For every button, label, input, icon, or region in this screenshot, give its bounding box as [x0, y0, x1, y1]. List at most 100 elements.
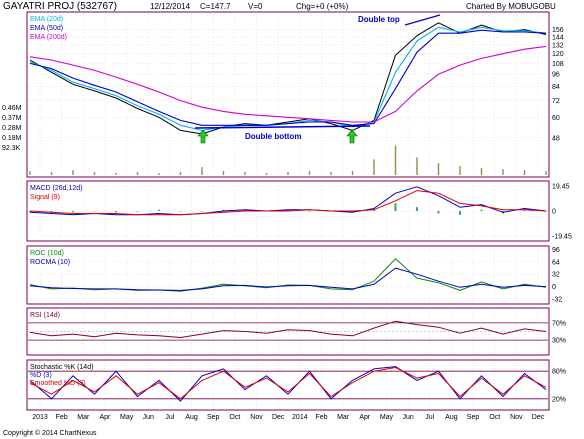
volume-bar: [480, 168, 483, 175]
copyright: Copyright © 2014 ChartNexus: [3, 429, 97, 437]
volume-bar: [179, 172, 182, 175]
volume-bar: [287, 172, 289, 175]
y-tick-label: 20%: [552, 396, 566, 403]
rocma-legend: ROCMA (10): [30, 259, 70, 266]
y-tick-label: 156: [552, 27, 564, 34]
chart-credit: Charted By MOBUGOBU: [466, 2, 556, 11]
x-tick-label: Jun: [143, 414, 154, 421]
close-value: C=147.7: [200, 2, 231, 11]
legend-ema200: EMA (200d): [30, 34, 67, 41]
x-tick-label: May: [380, 414, 394, 421]
volume-tick-label: 0.28M: [2, 125, 22, 132]
y-tick-label: 60: [552, 115, 560, 122]
percent-d-legend: %D (3): [30, 372, 52, 379]
macd-histogram-bar: [158, 209, 160, 211]
x-tick-label: Apr: [100, 414, 112, 421]
y-tick-label: 96: [552, 247, 560, 254]
x-tick-label: Jul: [165, 414, 174, 421]
double-top-label: Double top: [358, 15, 400, 24]
macd-histogram-bar: [394, 203, 397, 211]
volume-bar: [351, 171, 354, 175]
y-tick-label: 64: [552, 259, 560, 266]
y-tick-label: 108: [552, 61, 564, 68]
macd-histogram-bar: [308, 211, 311, 212]
volume-bar: [265, 173, 268, 175]
volume-bar: [330, 172, 332, 175]
volume-bar: [136, 172, 139, 175]
legend-ema50: EMA (50d): [30, 25, 63, 32]
volume-bar: [222, 171, 225, 175]
x-tick-label: Sep: [207, 414, 220, 421]
y-tick-label: -32: [552, 296, 562, 303]
x-tick-label: Sep: [467, 414, 480, 421]
volume-bar: [72, 170, 74, 175]
y-tick-label: 19.45: [552, 184, 570, 191]
volume-bar: [416, 157, 418, 175]
y-tick-label: 72: [552, 98, 560, 105]
macd-histogram-bar: [93, 211, 96, 212]
x-tick-label: Dec: [532, 414, 545, 421]
x-tick-label: Mar: [337, 414, 350, 421]
macd-histogram-bar: [179, 211, 182, 212]
x-tick-label: Jun: [402, 414, 413, 421]
x-tick-label: Oct: [229, 414, 240, 421]
change-value: Chg=+0 (+0%): [296, 2, 349, 11]
volume-bar: [201, 167, 203, 175]
macd-histogram-bar: [459, 211, 461, 215]
macd-histogram-bar: [72, 211, 74, 213]
volume-bar: [394, 145, 397, 175]
y-tick-label: 96: [552, 72, 560, 79]
macd-histogram-bar: [437, 211, 440, 214]
volume-bar: [437, 163, 440, 175]
x-tick-label: Dec: [272, 414, 285, 421]
x-tick-label: Oct: [489, 414, 500, 421]
smoothed-d-legend: Smoothed %D (3): [30, 380, 86, 387]
y-tick-label: 70%: [552, 320, 566, 327]
macd-histogram-bar: [416, 207, 418, 211]
x-tick-label: Aug: [185, 414, 198, 421]
chart-canvas: GAYATRI PROJ (532767) 12/12/2014 C=147.7…: [0, 0, 584, 439]
volume-bar: [523, 170, 526, 175]
stochastic-legend: Stochastic %K (14d): [30, 364, 93, 371]
x-tick-label: 2014: [292, 414, 308, 421]
y-tick-label: -19.45: [552, 233, 572, 240]
x-tick-label: Apr: [359, 414, 371, 421]
x-tick-label: Feb: [315, 414, 327, 421]
macd-histogram-bar: [136, 211, 139, 212]
volume-bar: [459, 166, 461, 175]
y-tick-label: 132: [552, 42, 564, 49]
volume-tick-label: 0.46M: [2, 105, 22, 112]
signal-legend: Signal (9): [30, 194, 60, 201]
y-tick-label: 0: [552, 209, 556, 216]
volume-bar: [93, 172, 96, 175]
y-tick-label: 30%: [552, 338, 566, 345]
x-tick-label: Feb: [56, 414, 68, 421]
macd-legend: MACD (26d,12d): [30, 185, 83, 192]
volume-tick-label: 92.3K: [2, 145, 21, 152]
chart-title: GAYATRI PROJ (532767): [3, 1, 117, 12]
y-tick-label: 48: [552, 135, 560, 142]
volume-value: V=0: [248, 2, 263, 11]
legend-ema20: EMA (20d): [30, 16, 63, 23]
volume-bar: [29, 171, 31, 175]
double-bottom-label: Double bottom: [245, 132, 301, 141]
volume-bar: [115, 173, 117, 175]
y-tick-label: 120: [552, 51, 564, 58]
rsi-legend: RSI (14d): [30, 312, 60, 319]
x-tick-label: May: [120, 414, 134, 421]
volume-bar: [158, 173, 160, 175]
macd-histogram-bar: [115, 211, 117, 213]
volume-bar: [244, 172, 246, 175]
volume-tick-label: 0.18M: [2, 135, 22, 142]
x-tick-label: Mar: [77, 414, 90, 421]
y-tick-label: 144: [552, 34, 564, 41]
y-tick-label: 32: [552, 272, 560, 279]
volume-bar: [373, 159, 375, 175]
x-tick-label: Nov: [250, 414, 263, 421]
x-tick-label: 2013: [32, 414, 48, 421]
x-tick-label: Aug: [445, 414, 458, 421]
x-tick-label: Jul: [425, 414, 434, 421]
x-tick-label: Nov: [510, 414, 523, 421]
roc-legend: ROC (10d): [30, 250, 64, 257]
volume-bar: [50, 172, 53, 175]
